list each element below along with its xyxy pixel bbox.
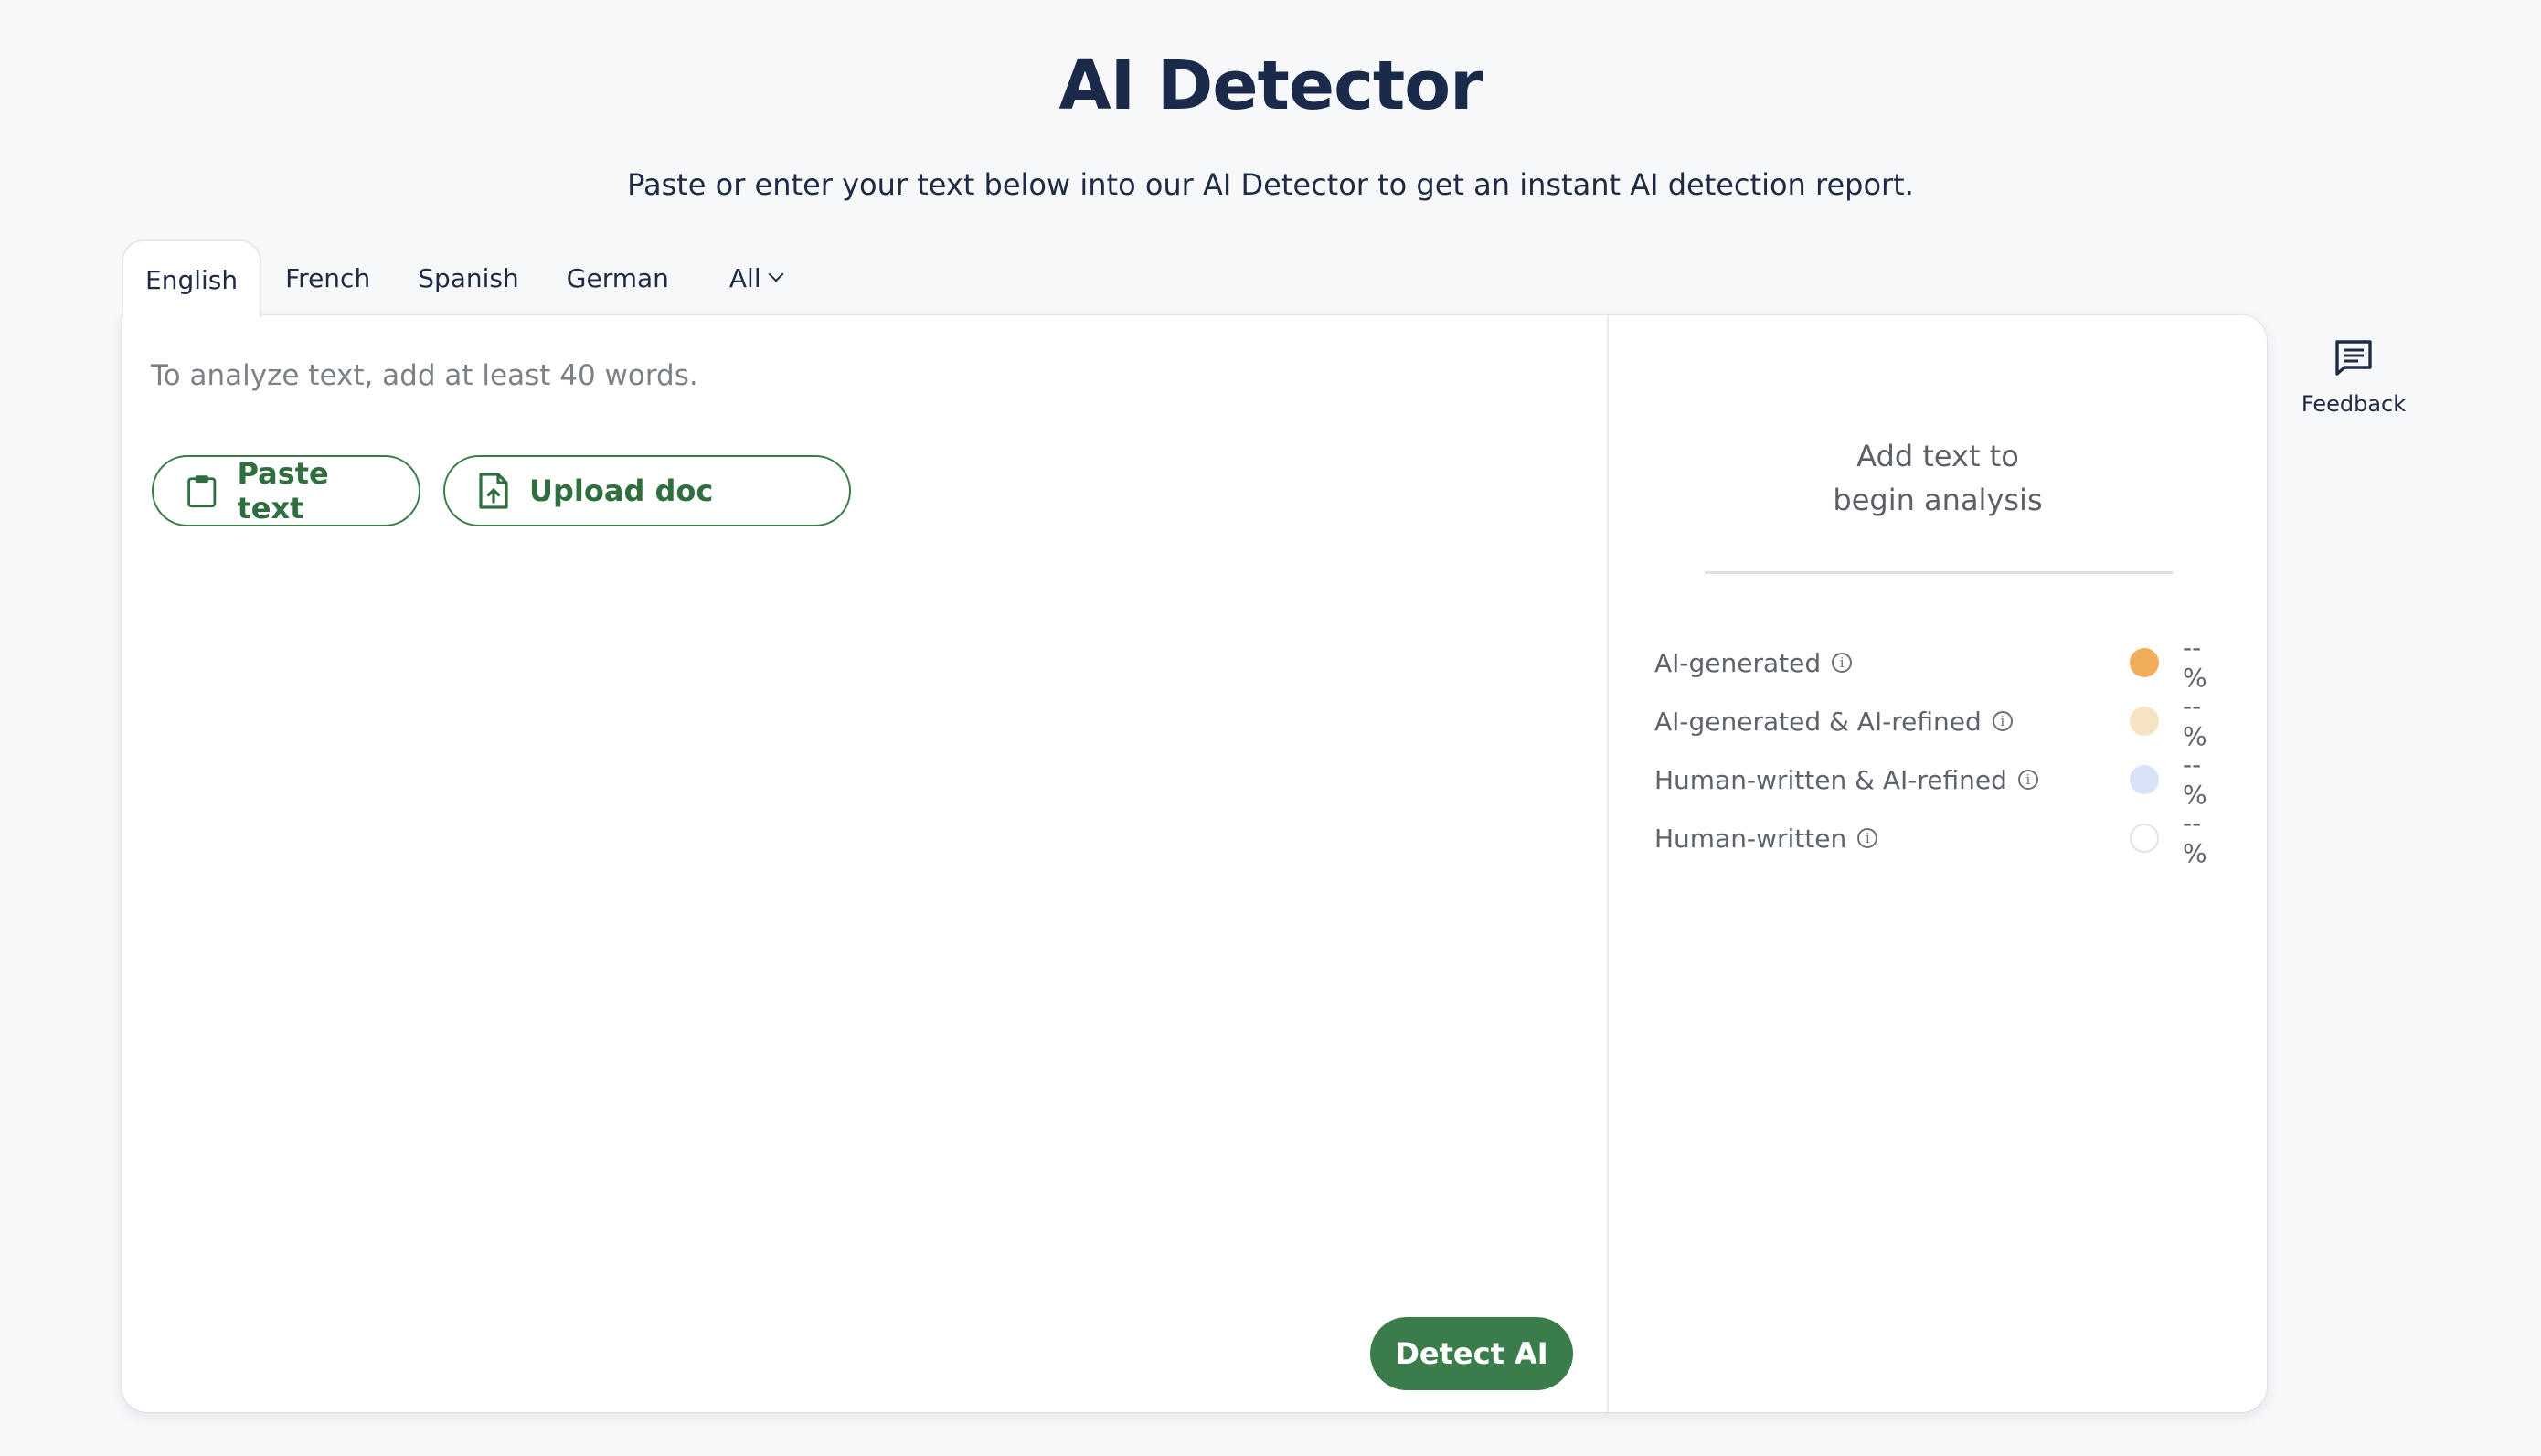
legend-color-dot bbox=[2130, 648, 2159, 677]
info-icon[interactable]: i bbox=[2017, 770, 2038, 790]
results-empty-message: Add text to begin analysis bbox=[1609, 434, 2267, 522]
tab-german[interactable]: German bbox=[543, 239, 693, 316]
tab-french[interactable]: French bbox=[261, 239, 394, 316]
feedback-button[interactable]: Feedback bbox=[2294, 338, 2413, 417]
tab-label: English bbox=[145, 264, 239, 295]
detect-ai-button[interactable]: Detect AI bbox=[1370, 1317, 1573, 1390]
tab-all-dropdown[interactable]: All bbox=[693, 239, 805, 316]
legend-color-dot bbox=[2130, 824, 2159, 853]
tab-english[interactable]: English bbox=[122, 239, 262, 318]
upload-file-icon bbox=[479, 473, 508, 509]
legend-row-ai-generated: AI-generated i --% bbox=[1654, 632, 2221, 693]
tab-label: French bbox=[285, 262, 371, 293]
detector-panel: To analyze text, add at least 40 words. … bbox=[122, 315, 2267, 1412]
clipboard-icon bbox=[187, 475, 217, 508]
results-message-line-1: Add text to bbox=[1856, 439, 2019, 473]
legend-color-dot bbox=[2130, 707, 2159, 736]
legend-value: --% bbox=[2183, 749, 2207, 810]
results-panel: Add text to begin analysis AI-generated … bbox=[1609, 315, 2267, 1412]
info-icon[interactable]: i bbox=[1832, 653, 1853, 673]
tab-spanish[interactable]: Spanish bbox=[394, 239, 543, 316]
legend-label: AI-generated & AI-refined bbox=[1654, 706, 1982, 737]
legend-value: --% bbox=[2183, 808, 2207, 868]
results-legend: AI-generated i --% AI-generated & AI-ref… bbox=[1654, 632, 2221, 868]
feedback-label: Feedback bbox=[2301, 391, 2407, 417]
legend-value: --% bbox=[2183, 632, 2207, 693]
info-icon[interactable]: i bbox=[1857, 828, 1878, 848]
tab-label: German bbox=[566, 262, 669, 293]
text-editor[interactable]: To analyze text, add at least 40 words. … bbox=[122, 315, 1609, 1412]
info-icon[interactable]: i bbox=[1992, 711, 2013, 731]
page-subtitle: Paste or enter your text below into our … bbox=[627, 167, 1914, 202]
legend-row-human-written: Human-written i --% bbox=[1654, 808, 2221, 868]
upload-doc-button[interactable]: Upload doc bbox=[443, 455, 851, 526]
legend-color-dot bbox=[2130, 765, 2159, 794]
legend-label: AI-generated bbox=[1654, 647, 1822, 678]
tab-label: Spanish bbox=[418, 262, 519, 293]
legend-value: --% bbox=[2183, 691, 2207, 751]
legend-row-ai-generated-ai-refined: AI-generated & AI-refined i --% bbox=[1654, 691, 2221, 751]
chevron-down-icon bbox=[768, 266, 784, 282]
upload-doc-label: Upload doc bbox=[529, 473, 714, 508]
hero: AI Detector Paste or enter your text bel… bbox=[0, 40, 2541, 205]
legend-row-human-written-ai-refined: Human-written & AI-refined i --% bbox=[1654, 749, 2221, 810]
language-tabs: English French Spanish German All bbox=[122, 239, 805, 318]
results-divider bbox=[1705, 571, 2173, 574]
paste-text-button[interactable]: Paste text bbox=[152, 455, 420, 526]
page-title: AI Detector bbox=[1058, 47, 1483, 125]
results-message-line-2: begin analysis bbox=[1833, 483, 2043, 517]
editor-placeholder: To analyze text, add at least 40 words. bbox=[151, 359, 698, 392]
tab-label: All bbox=[728, 262, 761, 293]
detect-ai-label: Detect AI bbox=[1395, 1336, 1548, 1371]
legend-label: Human-written & AI-refined bbox=[1654, 764, 2007, 795]
message-icon bbox=[2335, 340, 2372, 376]
paste-text-label: Paste text bbox=[237, 456, 329, 526]
legend-label: Human-written bbox=[1654, 823, 1847, 854]
